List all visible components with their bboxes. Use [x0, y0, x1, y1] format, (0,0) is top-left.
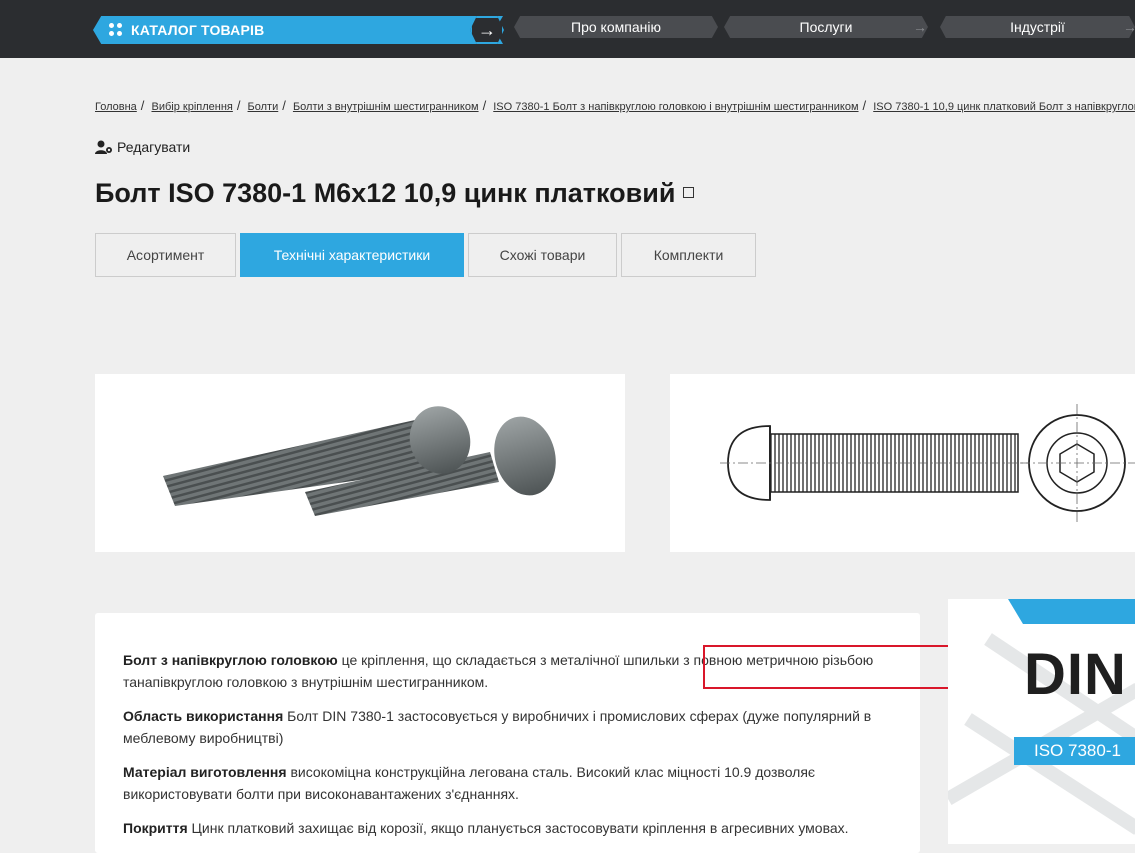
bolt-photo-image [163, 406, 556, 516]
tab-kits[interactable]: Комплекти [621, 233, 756, 277]
top-navigation: КАТАЛОГ ТОВАРІВ → Про компанію Послуги →… [0, 0, 1135, 58]
breadcrumb-link[interactable]: ISO 7380-1 Болт з напівкруглою головкою … [493, 101, 858, 113]
breadcrumb: Головна / Вибір кріплення / Болти / Болти з… [95, 98, 1135, 113]
breadcrumb-link[interactable]: Вибір кріплення [151, 101, 232, 113]
breadcrumb-link[interactable]: Болти з внутрішнім шестигранником [293, 101, 479, 113]
description-term: Болт з напівкруглою головкою [123, 652, 338, 668]
edit-link[interactable]: Редагувати [95, 139, 190, 155]
highlight-annotation-box [703, 645, 972, 689]
description-text: Цинк платковий захищає від корозії, якщо… [187, 820, 849, 836]
catalog-button[interactable]: КАТАЛОГ ТОВАРІВ [93, 16, 503, 44]
nav-item-about[interactable]: Про компанію [514, 16, 718, 38]
description-term: Покриття [123, 820, 188, 836]
breadcrumb-link[interactable]: ISO 7380-1 10,9 цинк платковий Болт з на… [873, 101, 1135, 113]
din-standard-card[interactable]: DIN ISO 7380-1 [948, 599, 1135, 844]
din-card-background [948, 599, 1135, 844]
grid-icon [109, 23, 123, 37]
bolt-drawing-image [720, 404, 1135, 522]
description-paragraph: Покриття Цинк платковий захищає від коро… [123, 817, 903, 839]
product-tabs: Асортимент Технічні характеристики Схожі… [95, 233, 756, 277]
arrow-right-icon[interactable]: → [908, 16, 932, 38]
tab-assortment[interactable]: Асортимент [95, 233, 236, 277]
description-term: Область використання [123, 708, 284, 724]
nav-item-services[interactable]: Послуги [724, 16, 928, 38]
description-paragraph: Матеріал виготовлення високоміцна констр… [123, 761, 903, 805]
standard-label: ISO 7380-1 [1034, 741, 1121, 760]
technical-drawing[interactable] [670, 374, 1135, 552]
din-logo-text: DIN [1024, 642, 1127, 707]
product-photo[interactable] [95, 374, 625, 552]
description-paragraph: Область використання Болт DIN 7380-1 зас… [123, 705, 903, 749]
page-title: Болт ISO 7380-1 M6x12 10,9 цинк платкови… [95, 178, 695, 209]
description-term: Матеріал виготовлення [123, 764, 287, 780]
breadcrumb-link[interactable]: Головна [95, 101, 137, 113]
edit-label: Редагувати [117, 139, 191, 155]
catalog-label: КАТАЛОГ ТОВАРІВ [131, 22, 265, 38]
copy-icon[interactable] [683, 187, 695, 198]
breadcrumb-link[interactable]: Болти [248, 101, 279, 113]
arrow-right-icon[interactable]: → [470, 16, 504, 44]
tab-technical-specs[interactable]: Технічні характеристики [240, 233, 464, 277]
tab-similar-products[interactable]: Схожі товари [468, 233, 617, 277]
user-gear-icon [95, 140, 112, 154]
page-title-text: Болт ISO 7380-1 M6x12 10,9 цинк платкови… [95, 178, 676, 208]
arrow-right-icon[interactable]: → [1118, 16, 1135, 38]
nav-item-industries[interactable]: Індустрії [940, 16, 1135, 38]
